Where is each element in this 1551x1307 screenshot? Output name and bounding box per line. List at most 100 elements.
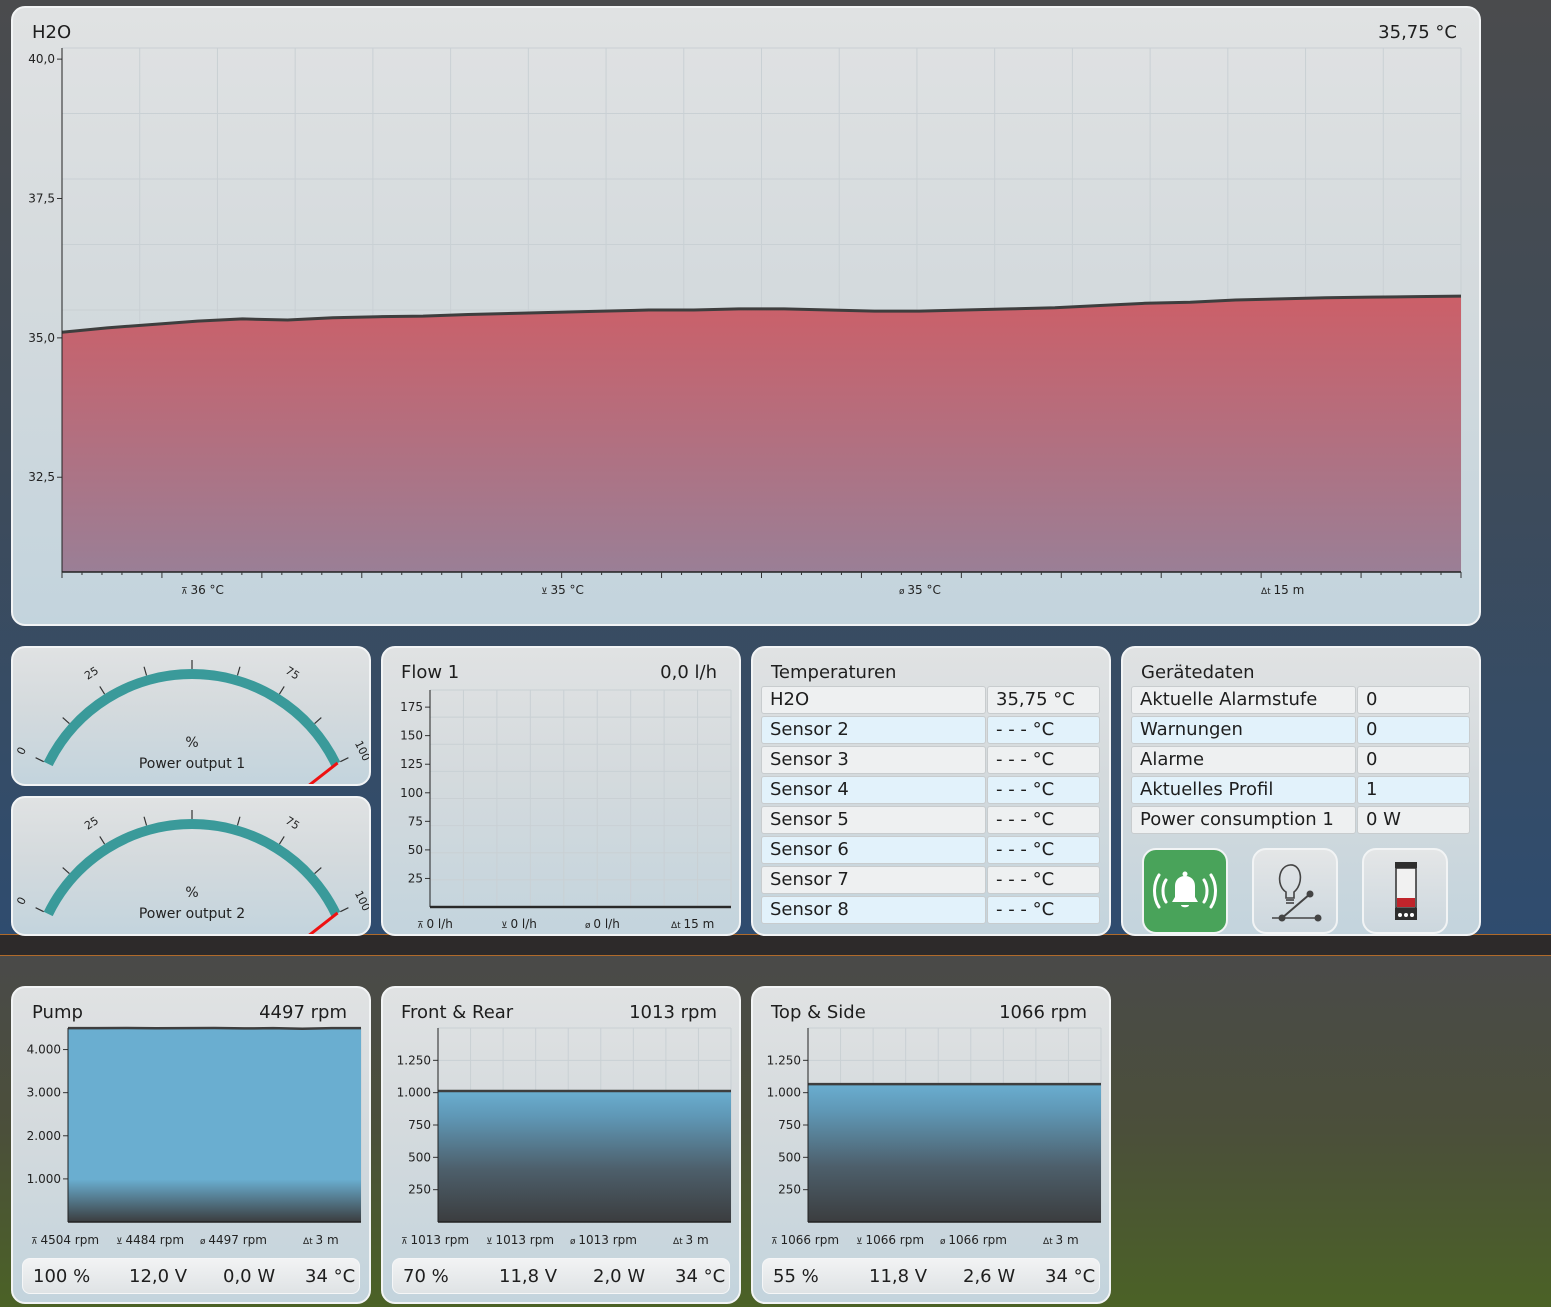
device-row: Power consumption 10 W [1131,806,1470,834]
temperature-row-value: - - - °C [987,716,1100,744]
fan2-stat-span: Δt 3 m [1043,1233,1079,1247]
h2o-chart-panel[interactable]: H2O 35,75 °C 40,0 37,5 35,0 32,5 ⊼ 36 °C ⊻ 35… [11,6,1481,626]
fan0-area [68,1028,361,1222]
fan0-stat-min: ⊻ 4484 rpm [116,1233,184,1247]
fan2-y-tick-label: 250 [778,1183,801,1197]
temperature-row-value: - - - °C [987,836,1100,864]
fan0-y-tick-label: 1.000 [27,1172,61,1186]
gauge-label: Power output 2 [139,906,245,922]
h2o-y-tick-label: 32,5 [28,470,55,484]
temperature-row-value: - - - °C [987,896,1100,924]
temperature-row: Sensor 2- - - °C [761,716,1100,744]
temperature-row-value: - - - °C [987,806,1100,834]
temperature-row-name: H2O [761,686,986,714]
gauge-tick-label: 75 [283,664,302,682]
device-row-value: 0 W [1357,806,1470,834]
power-output-2-gauge-panel[interactable]: 0 25 50 75 100% Power output 2 [11,796,371,936]
gauge-tick-label: 0 [14,745,29,757]
device-row-name: Alarme [1131,746,1356,774]
fan0-y-tick-label: 3.000 [27,1086,61,1100]
device-row: Aktuelle Alarmstufe 0 [1131,686,1470,714]
gauge-tick [62,717,70,725]
temperatures-title: Temperaturen [771,662,897,683]
flow-grid [429,689,732,908]
fan2-y-tick-label: 750 [778,1118,801,1132]
gauge-tick-label: 25 [82,664,101,682]
reservoir-button[interactable] [1362,848,1448,934]
pump-temp: 34 °C [305,1266,356,1287]
front-rear-panel[interactable]: Front & Rear 1013 rpm 1.250 1.000 750 500 25… [381,986,741,1304]
flow-y-tick-label: 150 [400,729,423,743]
flow-stat-max: ⊼ 0 l/h [417,917,453,931]
fan2-stat-max: ⊼ 1066 rpm [771,1233,839,1247]
h2o-y-tick-label: 35,0 [28,331,55,345]
flow-y-tick-label: 75 [408,814,423,828]
fan1-stat-max: ⊼ 1013 rpm [401,1233,469,1247]
reservoir-icon [1395,862,1417,920]
alarm-button[interactable] [1142,848,1228,934]
temperature-row-value: - - - °C [987,776,1100,804]
front-rear-voltage: 11,8 V [499,1266,558,1287]
flow-y-tick-label: 100 [400,786,423,800]
h2o-stat-max: ⊼ 36 °C [181,583,224,597]
flow-stat-avg: ø 0 l/h [585,917,620,931]
gauge-tick-label: 100 [352,889,369,914]
pump-panel[interactable]: Pump 4497 rpm 4.000 3.000 2.000 1.000 ⊼ 4504… [11,986,371,1304]
pump-voltage: 12,0 V [129,1266,188,1287]
fan2-stat-min: ⊻ 1066 rpm [856,1233,924,1247]
fan0-stat-avg: ø 4497 rpm [200,1233,267,1247]
device-row: Aktuelles Profil 1 [1131,776,1470,804]
fan2-area [808,1084,1101,1222]
front-rear-temp: 34 °C [675,1266,726,1287]
h2o-chart: 40,0 37,5 35,0 32,5 ⊼ 36 °C ⊻ 35 °C ø 35 °C Δt … [28,47,1462,597]
flow-chart-panel[interactable]: Flow 1 0,0 l/h 175 150 125 100 75 50 25 ⊼ 0 l/h… [381,646,741,936]
temperature-row: Sensor 4- - - °C [761,776,1100,804]
front-rear-percent: 70 % [403,1266,449,1287]
gauge-tick [314,717,322,725]
fan1-y-tick-label: 500 [408,1150,431,1164]
light-switch-icon [1272,864,1322,922]
fan1-area [438,1091,731,1222]
top-side-panel[interactable]: Top & Side 1066 rpm 1.250 1.000 750 500 250 ⊼… [751,986,1111,1304]
temperatures-panel: Temperaturen H2O 35,75 °C Sensor 2- - - °C… [751,646,1111,936]
fan1-stat-avg: ø 1013 rpm [570,1233,637,1247]
temperature-row-value: - - - °C [987,866,1100,894]
gauge-tick [62,867,70,875]
pump-power: 0,0 W [223,1266,276,1287]
gauge-tick [236,816,241,826]
power-output-1-gauge-panel[interactable]: 0 25 50 75 100% Power output 1 [11,646,371,786]
pump-percent: 100 % [33,1266,91,1287]
top-side-voltage: 11,8 V [869,1266,928,1287]
temperature-row-value: - - - °C [987,746,1100,774]
temperature-row-name: Sensor 6 [761,836,986,864]
power-output-2-gauge: 0 25 50 75 100% Power output 2 [14,798,369,934]
temperature-row: Sensor 8- - - °C [761,896,1100,924]
gauge-tick [278,836,285,845]
device-row-value: 0 [1357,746,1470,774]
gauge-tick [99,836,106,845]
flow-y-tick-label: 25 [408,871,423,885]
front-rear-chart: 1.250 1.000 750 500 250 ⊼ 1013 rpm ⊻ 1013 rpm ø… [397,1027,732,1247]
temperature-row: Sensor 3- - - °C [761,746,1100,774]
gauge-tick [143,816,148,826]
pump-chart: 4.000 3.000 2.000 1.000 ⊼ 4504 rpm ⊻ 4484 rpm… [27,1026,362,1247]
pump-info-strip: 100 % 12,0 V 0,0 W 34 °C [22,1258,360,1294]
fan0-y-tick-label: 4.000 [27,1043,61,1057]
alarm-bell-icon [1153,871,1217,909]
fan0-stat-max: ⊼ 4504 rpm [31,1233,99,1247]
flow-y-tick-label: 50 [408,843,423,857]
fan2-stat-avg: ø 1066 rpm [940,1233,1007,1247]
temperature-row: Sensor 5- - - °C [761,806,1100,834]
device-data-panel: Gerätedaten Aktuelle Alarmstufe 0 Warnunge… [1121,646,1481,936]
device-row: Warnungen 0 [1131,716,1470,744]
light-switch-button[interactable] [1252,848,1338,934]
temperature-row-name: Sensor 5 [761,806,986,834]
gauge-unit: % [185,735,198,751]
temperature-row-name: Sensor 3 [761,746,986,774]
front-rear-info-strip: 70 % 11,8 V 2,0 W 34 °C [392,1258,730,1294]
h2o-y-tick-label: 37,5 [28,192,55,206]
flow-stat-min: ⊻ 0 l/h [501,917,537,931]
top-side-temp: 34 °C [1045,1266,1096,1287]
device-row-name: Power consumption 1 [1131,806,1356,834]
device-row-value: 0 [1357,686,1470,714]
